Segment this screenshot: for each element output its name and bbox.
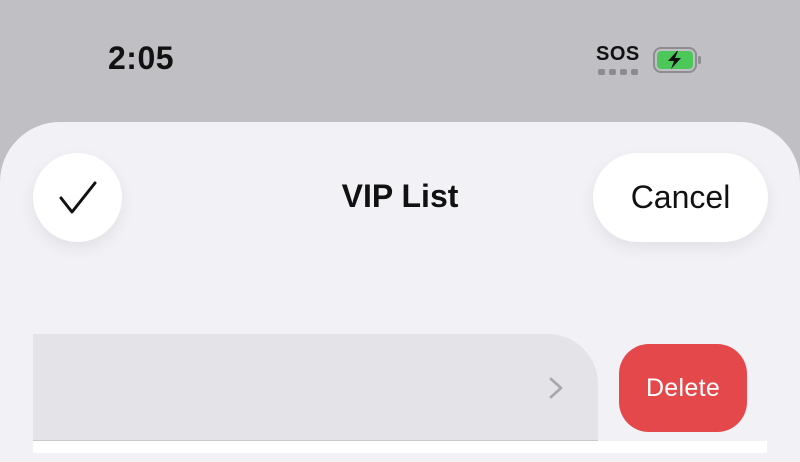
list-item[interactable] bbox=[33, 334, 598, 440]
signal-dot bbox=[631, 69, 638, 75]
cancel-button[interactable]: Cancel bbox=[593, 153, 768, 242]
signal-dot bbox=[609, 69, 616, 75]
signal-dots bbox=[598, 69, 638, 75]
status-bar: 2:05 SOS bbox=[0, 0, 800, 120]
status-time: 2:05 bbox=[108, 40, 175, 76]
sos-indicator: SOS bbox=[596, 43, 642, 77]
signal-dot bbox=[598, 69, 605, 75]
signal-dot bbox=[620, 69, 627, 75]
delete-button[interactable]: Delete bbox=[619, 344, 747, 432]
chevron-right-icon bbox=[549, 377, 563, 399]
battery-charging-icon bbox=[653, 47, 703, 73]
list-item[interactable] bbox=[33, 441, 767, 453]
sos-label: SOS bbox=[596, 43, 640, 65]
